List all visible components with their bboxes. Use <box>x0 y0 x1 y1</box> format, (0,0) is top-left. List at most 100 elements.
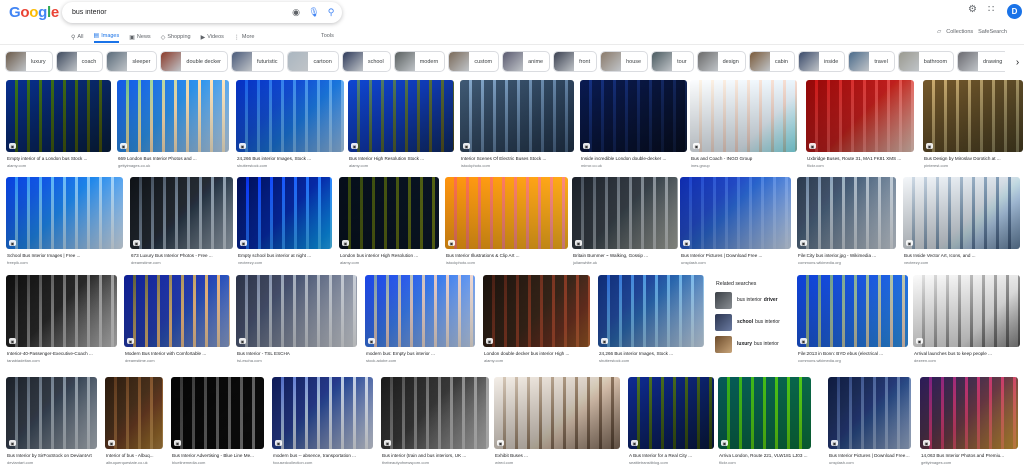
result-thumbnail[interactable] <box>580 80 687 152</box>
result-title[interactable]: A Bus Interior for a Real City ... <box>629 453 713 458</box>
chip-inside[interactable]: inside <box>797 51 846 72</box>
microphone-icon[interactable]: 🎙 <box>308 6 320 18</box>
result-thumbnail[interactable] <box>460 80 574 152</box>
result-title[interactable]: Interior Scenes Of Electric Buses Stock … <box>461 156 573 161</box>
result-thumbnail[interactable] <box>680 177 791 249</box>
chevron-right-icon[interactable]: › <box>1011 54 1024 71</box>
tools-button[interactable]: Tools <box>321 33 334 39</box>
chip-coach[interactable]: coach <box>55 51 104 72</box>
image-result[interactable]: ▣ modern bus: Empty bus interior ... stock… <box>365 275 475 369</box>
result-title[interactable]: London bus interior High Resolution ... <box>340 253 438 258</box>
chip-tour[interactable]: tour <box>651 51 694 72</box>
image-result[interactable]: ▣ Bus Design by Miroslav Dorotich at ... p… <box>923 80 1023 174</box>
result-thumbnail[interactable] <box>365 275 475 347</box>
google-logo[interactable]: Google <box>9 4 59 21</box>
result-thumbnail[interactable] <box>6 177 123 249</box>
tab-all[interactable]: ⚲ All <box>71 31 84 43</box>
apps-grid-icon[interactable]: ∷ <box>988 4 994 15</box>
result-thumbnail[interactable] <box>236 275 357 347</box>
tab-more[interactable]: ⋮ More <box>234 31 255 43</box>
image-result[interactable]: ▣ File:City bus interior.jpg - Wikimedia … <box>797 177 896 271</box>
image-result[interactable]: ▣ School Bus Interior Images | Free ... fr… <box>6 177 123 271</box>
chip-house[interactable]: house <box>600 51 649 72</box>
result-thumbnail[interactable] <box>130 177 233 249</box>
image-result[interactable]: ▣ Bus Interior Illustrations & Clip Art .… <box>445 177 568 271</box>
result-title[interactable]: 24,266 Bus interior Images, Stock ... <box>237 156 343 161</box>
chip-futuristic[interactable]: futuristic <box>230 51 285 72</box>
result-title[interactable]: modern bus -- absence, transportation ..… <box>273 453 372 458</box>
result-title[interactable]: Bus Interior - TSL ESCHA <box>237 351 356 356</box>
result-thumbnail[interactable] <box>494 377 620 449</box>
result-thumbnail[interactable] <box>483 275 590 347</box>
result-title[interactable]: Bus Interior Pictures | Download Free ..… <box>829 453 910 458</box>
result-title[interactable]: 669 London Bus Interior Photos and ... <box>118 156 228 161</box>
result-thumbnail[interactable] <box>171 377 264 449</box>
chip-sleeper[interactable]: sleeper <box>106 51 158 72</box>
image-result[interactable]: ▣ Inside incredible London double-decker … <box>580 80 687 174</box>
result-thumbnail[interactable] <box>339 177 439 249</box>
image-result[interactable]: ▣ 24,266 Bus interior Images, Stock ... sh… <box>236 80 344 174</box>
related-item-school[interactable]: school bus interior <box>715 313 791 331</box>
result-title[interactable]: 14,063 Bus Interior Photos and Premiu... <box>921 453 1017 458</box>
image-result[interactable]: ▣ Bus Interior Advertising - Blue Line Me… <box>171 377 264 469</box>
tab-images[interactable]: ▤ Images <box>93 31 120 43</box>
result-title[interactable]: Interior-40-Passenger-Executive-Coach ..… <box>7 351 116 356</box>
result-title[interactable]: modern bus: Empty bus interior ... <box>366 351 474 356</box>
chip-custom[interactable]: custom <box>448 51 500 72</box>
result-thumbnail[interactable] <box>236 80 344 152</box>
chip-anime[interactable]: anime <box>502 51 551 72</box>
result-thumbnail[interactable] <box>718 377 811 449</box>
result-title[interactable]: Empty school bus interior at night ... <box>238 253 331 258</box>
image-result[interactable]: ▣ Bus interior (train and bus interiors, … <box>381 377 489 469</box>
image-result[interactable]: ▣ 14,063 Bus Interior Photos and Premiu..… <box>920 377 1018 469</box>
collections-link[interactable]: Collections <box>946 29 973 35</box>
image-result[interactable]: ▣ 673 Luxury Bus Interior Photos - Free .… <box>130 177 233 271</box>
result-thumbnail[interactable] <box>598 275 704 347</box>
image-result[interactable]: ▣ Britain Bummer ~ Walking, Gossip ... jul… <box>572 177 678 271</box>
result-thumbnail[interactable] <box>272 377 373 449</box>
result-thumbnail[interactable] <box>806 80 914 152</box>
result-title[interactable]: Uxbridge Buses, Route 31, MA1 FK81 XMS .… <box>807 156 913 161</box>
result-title[interactable]: Bus interior (train and bus interiors, U… <box>382 453 488 458</box>
image-result[interactable]: ▣ modern bus -- absence, transportation .… <box>272 377 373 469</box>
result-thumbnail[interactable] <box>828 377 911 449</box>
image-result[interactable]: ▣ Bus Interior by SirFoxStock on DeviantA… <box>6 377 97 469</box>
image-result[interactable]: ▣ Empty school bus interior at night ... v… <box>237 177 332 271</box>
result-thumbnail[interactable] <box>117 80 229 152</box>
tab-shopping[interactable]: ◇ Shopping <box>161 31 191 43</box>
image-result[interactable]: ▣ Interior of bus - Albuq... albuquerquest… <box>105 377 163 469</box>
image-result[interactable]: ▣ Interior-40-Passenger-Executive-Coach .… <box>6 275 117 369</box>
image-result[interactable]: ▣ Bus Interior Pictures | Download Free .… <box>828 377 911 469</box>
result-title[interactable]: Bus Interior Illustrations & Clip Art ..… <box>446 253 567 258</box>
tab-videos[interactable]: ▶ Videos <box>201 31 224 43</box>
result-title[interactable]: Inside incredible London double-decker .… <box>581 156 686 161</box>
chip-cartoon[interactable]: cartoon <box>287 51 339 72</box>
image-result[interactable]: ▣ Bus Interior Pictures | Download Free .… <box>680 177 791 271</box>
result-title[interactable]: Empty interior of a London bus Stock ... <box>7 156 110 161</box>
result-title[interactable]: 673 Luxury Bus Interior Photos - Free ..… <box>131 253 232 258</box>
result-thumbnail[interactable] <box>913 275 1020 347</box>
result-title[interactable]: School Bus Interior Images | Free ... <box>7 253 122 258</box>
result-thumbnail[interactable] <box>628 377 714 449</box>
result-thumbnail[interactable] <box>381 377 489 449</box>
image-result[interactable]: ▣ Arrival launches bus to keep people ...… <box>913 275 1020 369</box>
result-title[interactable]: Interior of bus - Albuq... <box>106 453 162 458</box>
result-title[interactable]: Modern Bus Interior with Comfortable ... <box>125 351 229 356</box>
result-title[interactable]: Arrival launches bus to keep people ... <box>914 351 1019 356</box>
image-result[interactable]: ▣ Interior Scenes Of Electric Buses Stock… <box>460 80 574 174</box>
tab-news[interactable]: ▣ News <box>129 31 150 43</box>
image-result[interactable]: ▣ Uxbridge Buses, Route 31, MA1 FK81 XMS … <box>806 80 914 174</box>
safesearch-button[interactable]: SafeSearch <box>978 29 1007 35</box>
result-title[interactable]: Exhibit Buses ... <box>495 453 619 458</box>
chip-modern[interactable]: modern <box>393 51 446 72</box>
chip-school[interactable]: school <box>341 51 391 72</box>
chip-double-decker[interactable]: double decker <box>160 51 228 72</box>
image-result[interactable]: ▣ Empty interior of a London bus Stock ..… <box>6 80 111 174</box>
result-title[interactable]: Bus and Coach - INGO Group <box>691 156 796 161</box>
chip-cabin[interactable]: cabin <box>748 51 795 72</box>
image-result[interactable]: ▣ Bus Interior - TSL ESCHA tsl-escha.com <box>236 275 357 369</box>
result-thumbnail[interactable] <box>348 80 454 152</box>
chip-bathroom[interactable]: bathroom <box>897 51 955 72</box>
chip-design[interactable]: design <box>696 51 746 72</box>
result-title[interactable]: 24,266 Bus interior Images, Stock ... <box>599 351 703 356</box>
